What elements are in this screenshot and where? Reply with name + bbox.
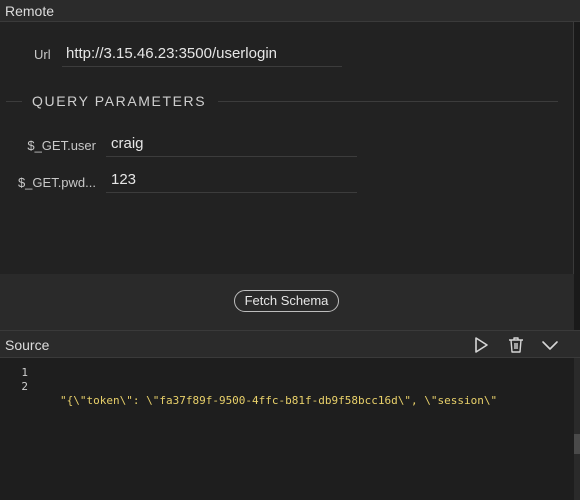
section-divider (6, 101, 22, 102)
editor-scrollbar[interactable] (574, 358, 580, 500)
fetch-schema-button[interactable]: Fetch Schema (234, 290, 339, 312)
param-field-pwd[interactable]: 123 (106, 167, 357, 193)
param-label-pwd: $_GET.pwd... (17, 175, 96, 190)
url-field[interactable]: http://3.15.46.23:3500/userlogin (62, 40, 342, 67)
line-numbers: 1 2 (0, 366, 28, 394)
line-number: 2 (21, 380, 28, 393)
url-value: http://3.15.46.23:3500/userlogin (66, 45, 277, 62)
query-parameters-title: QUERY PARAMETERS (32, 93, 207, 109)
source-editor[interactable]: 1 2 "{\"token\": \"fa37f89f-9500-4ffc-b8… (0, 358, 574, 500)
panel-edge (574, 22, 580, 330)
trash-icon[interactable] (506, 335, 526, 355)
param-value-pwd: 123 (111, 171, 137, 188)
source-panel-header: Source (0, 330, 580, 358)
section-divider (218, 101, 558, 102)
code-content: "{\"token\": \"fa37f89f-9500-4ffc-b81f-d… (60, 366, 497, 464)
line-number: 1 (21, 366, 28, 379)
remote-panel-header: Remote (0, 0, 580, 22)
scroll-thumb[interactable] (574, 434, 580, 454)
remote-panel-title: Remote (5, 3, 55, 19)
param-value-user: craig (111, 135, 144, 152)
param-label-user: $_GET.user (27, 138, 96, 153)
chevron-down-icon[interactable] (540, 335, 560, 355)
url-label: Url (34, 47, 51, 62)
code-line: "{\"token\": \"fa37f89f-9500-4ffc-b81f-d… (60, 394, 498, 407)
param-field-user[interactable]: craig (106, 131, 357, 157)
play-icon[interactable] (471, 335, 491, 355)
source-panel-title: Source (5, 337, 50, 353)
